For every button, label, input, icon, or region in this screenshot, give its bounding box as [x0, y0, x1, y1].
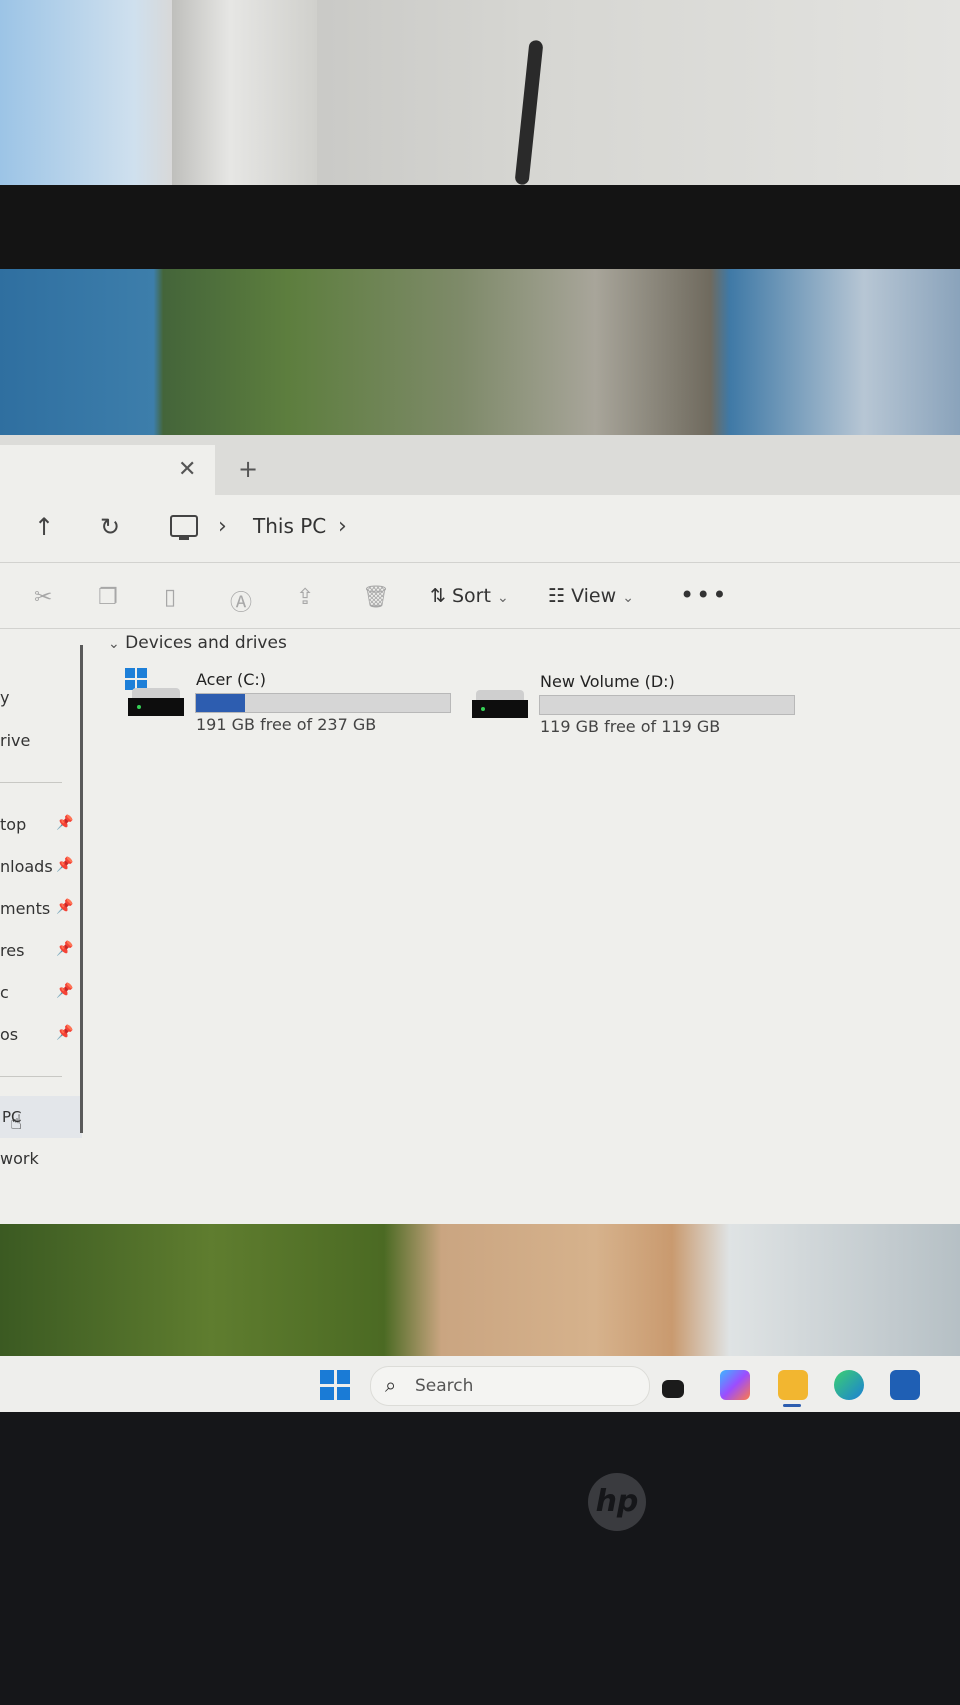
wallpaper-bottom	[0, 1224, 960, 1356]
wallpaper-top	[0, 269, 960, 435]
taskbar-search-box[interactable]	[370, 1366, 650, 1406]
sort-icon: ⇅	[430, 585, 452, 607]
drive-d-usage-bar	[539, 695, 795, 715]
divider	[0, 628, 960, 629]
task-view-icon[interactable]	[662, 1380, 684, 1398]
group-title: Devices and drives	[125, 633, 287, 653]
view-icon: ☷	[548, 585, 572, 607]
drive-c-usage-bar	[195, 693, 451, 713]
room-background	[0, 0, 960, 185]
sidebar-item-network[interactable]: work	[0, 1149, 39, 1168]
breadcrumb-this-pc[interactable]: This PC	[253, 514, 326, 538]
breadcrumb-chevron-icon[interactable]: ›	[338, 514, 347, 539]
search-icon: ⌕	[385, 1373, 397, 1397]
hp-logo: hp	[588, 1473, 646, 1531]
share-icon[interactable]: ⇪	[296, 585, 314, 610]
sidebar-item[interactable]: y	[0, 688, 9, 707]
new-tab-icon[interactable]: +	[238, 455, 258, 483]
hand-cursor-icon: ☝	[10, 1110, 23, 1134]
sort-button[interactable]: ⇅ Sort ⌄	[430, 585, 509, 607]
drive-d-free-space: 119 GB free of 119 GB	[540, 717, 721, 736]
close-tab-icon[interactable]: ✕	[178, 457, 196, 482]
chevron-down-icon: ⌄	[108, 636, 120, 652]
sidebar-item-pictures[interactable]: res	[0, 941, 24, 960]
sidebar-separator	[0, 1076, 62, 1077]
view-label: View	[571, 585, 617, 607]
sidebar-item-downloads[interactable]: nloads	[0, 857, 53, 876]
windows-logo-icon	[125, 668, 147, 690]
pin-icon: 📌	[56, 899, 74, 915]
chevron-down-icon: ⌄	[496, 590, 509, 606]
file-explorer-window: ✕ + ↑ ↻ › This PC › ✂ ❐ ▯ Ⓐ ⇪ 🗑 ⇅ Sort ⌄…	[0, 435, 960, 1224]
view-button[interactable]: ☷ View ⌄	[548, 585, 634, 607]
drive-d-name[interactable]: New Volume (D:)	[540, 672, 675, 691]
sidebar-separator	[0, 782, 62, 783]
tab-bar: ✕ +	[0, 435, 960, 495]
pin-icon: 📌	[56, 941, 74, 957]
drive-c-usage-fill	[196, 694, 246, 712]
active-app-indicator	[783, 1404, 801, 1407]
delete-icon[interactable]: 🗑	[362, 585, 390, 610]
edge-icon[interactable]	[834, 1370, 864, 1400]
sidebar-item-this-pc[interactable]: PC ☝	[0, 1096, 82, 1138]
laptop-bezel-bottom	[0, 1412, 960, 1705]
copilot-icon[interactable]	[720, 1370, 750, 1400]
group-header-devices-and-drives[interactable]: ⌄ Devices and drives	[108, 633, 287, 653]
drive-c-icon[interactable]	[128, 688, 184, 716]
sidebar-scrollbar[interactable]	[80, 645, 83, 1133]
window-frame	[172, 0, 317, 185]
store-icon[interactable]	[890, 1370, 920, 1400]
divider	[0, 562, 960, 563]
rename-icon[interactable]: Ⓐ	[230, 585, 252, 617]
search-label: Search	[415, 1376, 474, 1396]
breadcrumb-chevron-icon[interactable]: ›	[218, 514, 227, 539]
copy-icon[interactable]: ❐	[98, 585, 118, 610]
more-options-button[interactable]: •••	[680, 581, 728, 609]
this-pc-icon[interactable]	[170, 515, 198, 540]
sidebar-item-documents[interactable]: ments	[0, 899, 50, 918]
up-arrow-icon[interactable]: ↑	[34, 513, 54, 541]
refresh-icon[interactable]: ↻	[100, 513, 120, 541]
pin-icon: 📌	[56, 815, 74, 831]
pin-icon: 📌	[56, 1025, 74, 1041]
drive-d-icon[interactable]	[472, 690, 528, 718]
laptop-bezel-top	[0, 185, 960, 269]
chevron-down-icon: ⌄	[622, 590, 634, 606]
start-button[interactable]	[320, 1370, 350, 1400]
drive-c-free-space: 191 GB free of 237 GB	[196, 715, 377, 734]
pin-icon: 📌	[56, 857, 74, 873]
file-explorer-icon[interactable]	[778, 1370, 808, 1400]
sidebar-item-music[interactable]: c	[0, 983, 9, 1002]
sort-label: Sort	[451, 585, 491, 607]
sidebar-item-desktop[interactable]: top	[0, 815, 26, 834]
pin-icon: 📌	[56, 983, 74, 999]
sidebar-item-onedrive[interactable]: rive	[0, 731, 30, 750]
drive-c-name[interactable]: Acer (C:)	[196, 670, 266, 689]
cut-icon[interactable]: ✂	[34, 585, 52, 610]
paste-icon[interactable]: ▯	[164, 585, 176, 610]
sidebar-item-videos[interactable]: os	[0, 1025, 18, 1044]
